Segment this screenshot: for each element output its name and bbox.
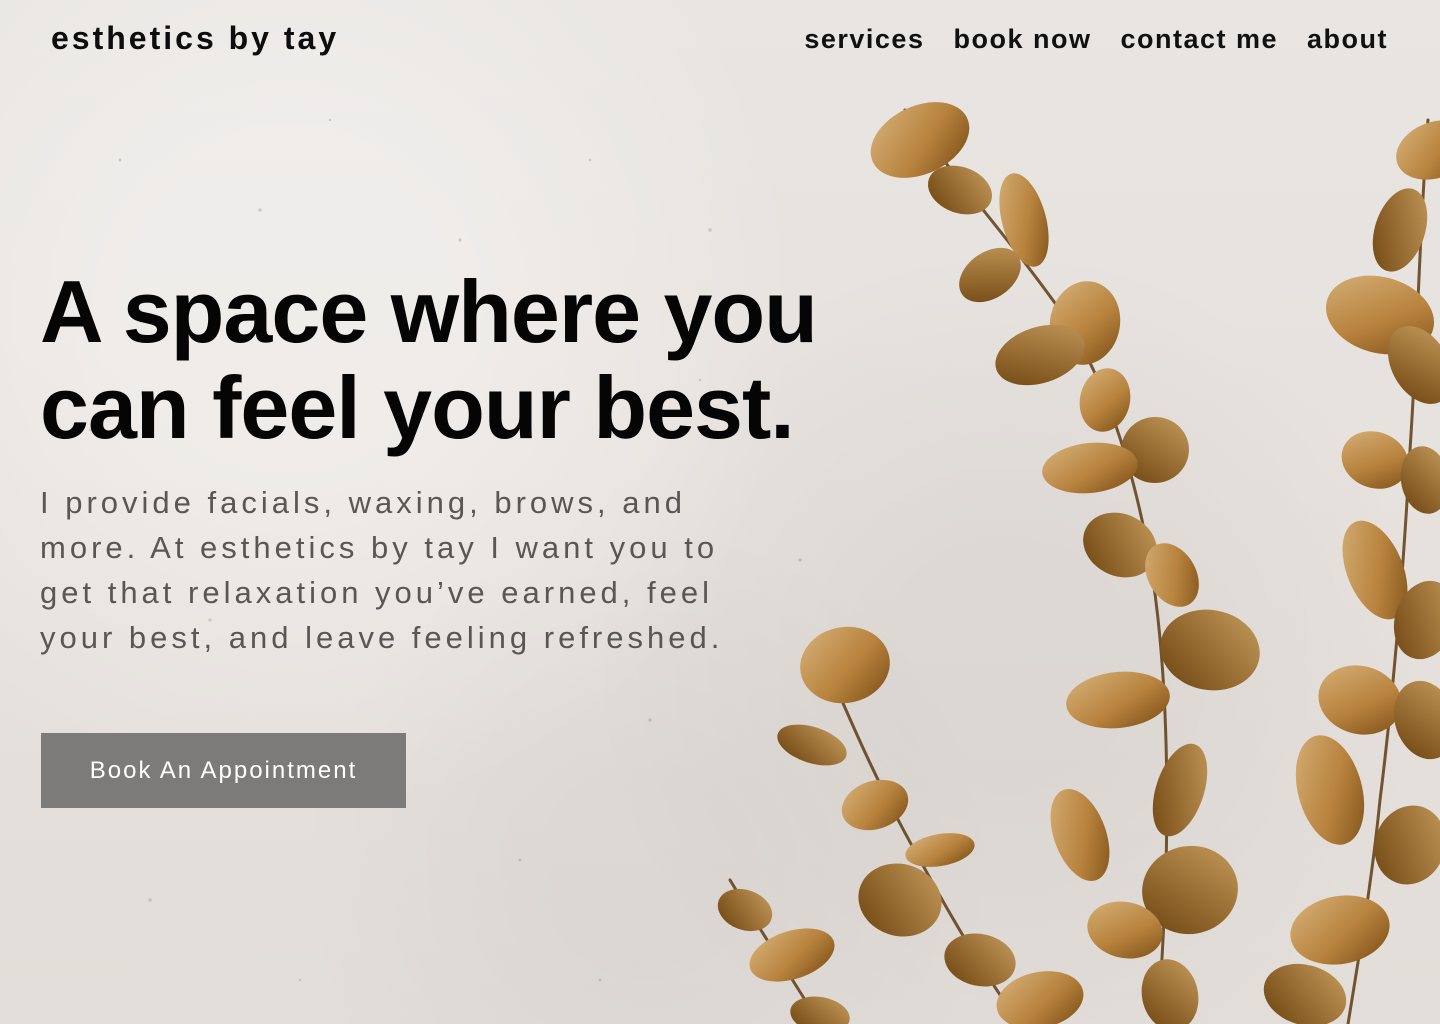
main-navigation: services book now contact me about: [804, 24, 1388, 55]
hero-heading-line-1: A space where you: [40, 262, 818, 361]
brand-logo-link[interactable]: esthetics by tay: [51, 20, 339, 57]
nav-link-about[interactable]: about: [1307, 24, 1388, 55]
nav-link-services[interactable]: services: [804, 24, 924, 55]
hero-heading: A space where you can feel your best.: [40, 264, 940, 456]
book-appointment-button[interactable]: Book An Appointment: [41, 733, 406, 808]
hero-heading-line-2: can feel your best.: [40, 358, 795, 457]
hero-description: I provide facials, waxing, brows, and mo…: [40, 485, 724, 655]
nav-link-contact-me[interactable]: contact me: [1120, 24, 1278, 55]
nav-link-book-now[interactable]: book now: [953, 24, 1091, 55]
